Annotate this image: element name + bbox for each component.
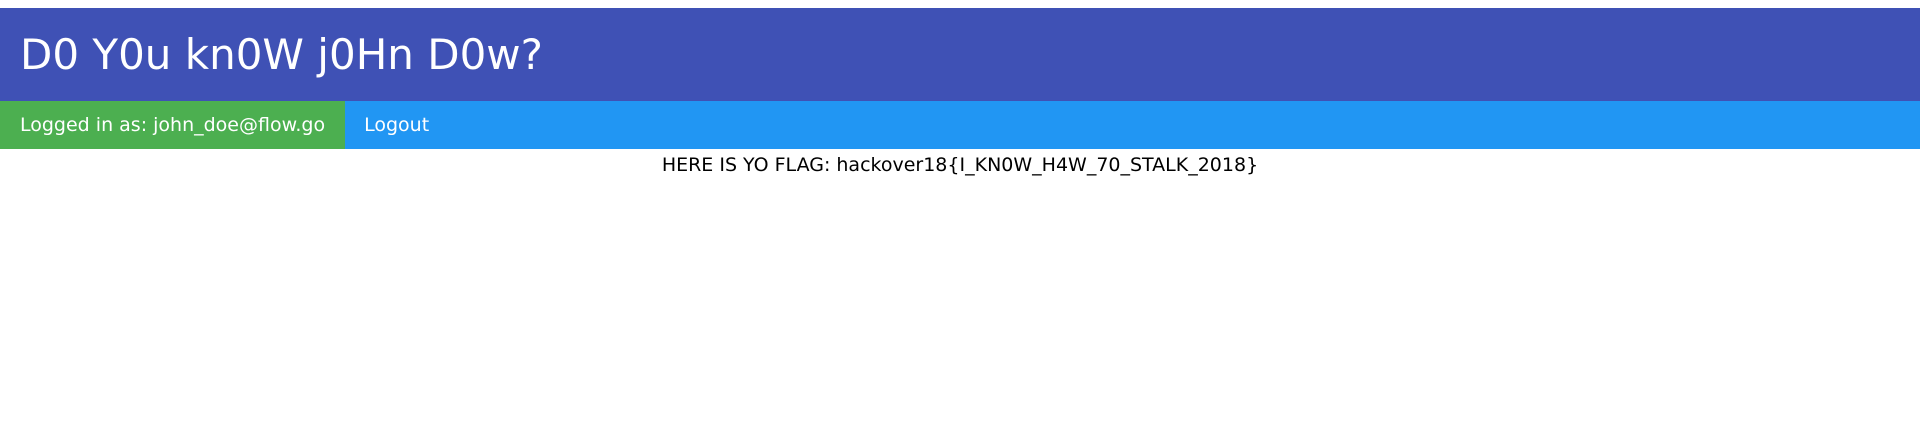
page-header: D0 Y0u kn0W j0Hn D0w?: [0, 8, 1920, 101]
logged-in-user-label: Logged in as: john_doe@flow.go: [0, 101, 346, 149]
main-content: HERE IS YO FLAG: hackover18{I_KN0W_H4W_7…: [0, 149, 1920, 178]
logout-link[interactable]: Logout: [345, 101, 448, 149]
navbar: Logged in as: john_doe@flow.go Logout: [0, 101, 1920, 149]
flag-close-brace: }: [1246, 154, 1259, 176]
flag-value: I_KN0W_H4W_70_STALK_2018: [959, 154, 1247, 176]
page-title: D0 Y0u kn0W j0Hn D0w?: [20, 29, 543, 79]
flag-prefix: HERE IS YO FLAG: hackover18: [661, 154, 948, 176]
flag-message: HERE IS YO FLAG: hackover18{I_KN0W_H4W_7…: [662, 154, 1258, 176]
flag-open-brace: {: [947, 154, 960, 176]
top-strip: [0, 0, 1920, 8]
